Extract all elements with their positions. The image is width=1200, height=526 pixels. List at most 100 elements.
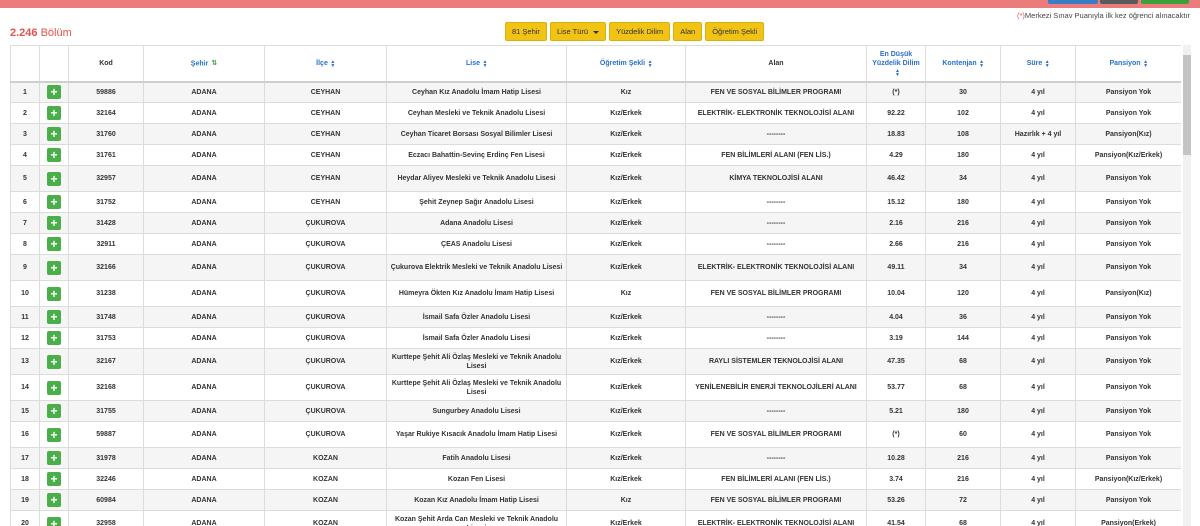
scrollbar-thumb[interactable] (1183, 55, 1191, 155)
percentile-cell: 53.26 (866, 489, 926, 511)
percentile-cell: 5.21 (866, 400, 926, 422)
column-header-8[interactable]: En Düşük Yüzdelik Dilim▲▼ (866, 45, 926, 83)
add-icon[interactable]: + (47, 286, 61, 301)
add-icon[interactable]: + (47, 237, 61, 251)
add-icon[interactable]: + (47, 127, 61, 141)
dormitory-cell: Pansiyon Yok (1075, 400, 1181, 422)
field-cell: -------- (685, 212, 867, 234)
dormitory-cell: Pansiyon Yok (1075, 233, 1181, 255)
column-header-10[interactable]: Süre ▲▼ (1000, 45, 1076, 83)
city-cell: ADANA (143, 421, 265, 448)
field-cell: RAYLI SİSTEMLER TEKNOLOJİSİ ALANI (685, 348, 867, 375)
field-cell: -------- (685, 306, 867, 328)
field-cell: -------- (685, 447, 867, 469)
filter-label: Alan (680, 27, 696, 36)
school-cell: İsmail Safa Özler Anadolu Lisesi (386, 306, 567, 328)
sort-icon: ▲▼ (1044, 58, 1051, 67)
row-number: 12 (10, 327, 40, 349)
add-icon[interactable]: + (47, 216, 61, 230)
add-icon[interactable]: + (47, 516, 61, 526)
column-header-label: Alan (768, 59, 784, 67)
school-cell: Kozan Fen Lisesi (386, 468, 567, 490)
column-header-2: Kod (68, 45, 144, 83)
top-button-2[interactable] (1100, 0, 1138, 4)
result-count: 2.246 Bölüm (10, 27, 72, 39)
duration-cell: 4 yıl (1000, 489, 1076, 511)
top-button-3[interactable] (1141, 0, 1189, 4)
add-icon[interactable]: + (47, 354, 61, 369)
school-cell: Ceyhan Kız Anadolu İmam Hatip Lisesi (386, 81, 567, 103)
school-cell: Kozan Kız Anadolu İmam Hatip Lisesi (386, 489, 567, 511)
add-icon[interactable]: + (47, 427, 61, 442)
duration-cell: 4 yıl (1000, 348, 1076, 375)
filter-button-4[interactable]: Öğretim Şekli (705, 22, 765, 41)
add-cell: + (39, 306, 69, 328)
dormitory-cell: Pansiyon Yok (1075, 421, 1181, 448)
row-number: 3 (10, 123, 40, 145)
add-icon[interactable]: + (47, 171, 61, 186)
education-type-cell: Kız/Erkek (566, 102, 686, 124)
column-header-9[interactable]: Kontenjan ▲▼ (925, 45, 1001, 83)
school-cell: Yaşar Rukiye Kısacık Anadolu İmam Hatip … (386, 421, 567, 448)
table-row: 8 +32911 ADANA ÇUKUROVA ÇEAS Anadolu Lisesi K… (10, 233, 1181, 255)
vertical-scrollbar[interactable] (1183, 45, 1191, 526)
add-icon[interactable]: + (47, 148, 61, 162)
quota-cell: 60 (925, 421, 1001, 448)
table-row: 2 +32164 ADANA CEYHAN Ceyhan Mesleki ve Tekn… (10, 102, 1181, 124)
add-icon[interactable]: + (47, 380, 61, 395)
row-number: 13 (10, 348, 40, 375)
column-header-3[interactable]: Şehir ⇅ (143, 45, 265, 83)
duration-cell: 4 yıl (1000, 81, 1076, 103)
add-icon[interactable]: + (47, 106, 61, 120)
code-cell: 31760 (68, 123, 144, 145)
table-row: 15 +31755 ADANA ÇUKUROVA Sungurbey Anadolu L… (10, 400, 1181, 422)
filter-label: Öğretim Şekli (712, 27, 758, 36)
table-row: 5 +32957 ADANA CEYHAN Heydar Aliyev Mesleki … (10, 165, 1181, 192)
add-icon[interactable]: + (47, 310, 61, 324)
column-header-4[interactable]: İlçe ▲▼ (264, 45, 387, 83)
add-icon[interactable]: + (47, 85, 61, 100)
column-header-11[interactable]: Pansiyon ▲▼ (1075, 45, 1181, 83)
add-cell: + (39, 123, 69, 145)
quota-cell: 180 (925, 400, 1001, 422)
top-bar (0, 0, 1200, 8)
filter-button-1[interactable]: Lise Türü (549, 22, 607, 41)
table-row: 18 +32246 ADANA KOZAN Kozan Fen Lisesi Kız/Er… (10, 468, 1181, 490)
district-cell: ÇUKUROVA (264, 212, 387, 234)
school-cell: Şehit Zeynep Sağır Anadolu Lisesi (386, 191, 567, 213)
add-icon[interactable]: + (47, 195, 61, 209)
add-icon[interactable]: + (47, 472, 61, 486)
education-type-cell: Kız (566, 489, 686, 511)
top-button-1[interactable] (1048, 0, 1098, 4)
education-type-cell: Kız/Erkek (566, 400, 686, 422)
district-cell: KOZAN (264, 510, 387, 526)
add-icon[interactable]: + (47, 493, 61, 507)
column-header-5[interactable]: Lise ▲▼ (386, 45, 567, 83)
quota-cell: 216 (925, 447, 1001, 469)
filter-button-3[interactable]: Alan (673, 22, 703, 41)
duration-cell: 4 yıl (1000, 447, 1076, 469)
city-cell: ADANA (143, 280, 265, 307)
row-number: 18 (10, 468, 40, 490)
filter-button-0[interactable]: 81 Şehir (505, 22, 547, 41)
column-header-6[interactable]: Öğretim Şekli ▲▼ (566, 45, 686, 83)
dormitory-cell: Pansiyon Yok (1075, 306, 1181, 328)
row-number: 1 (10, 81, 40, 103)
filter-button-2[interactable]: Yüzdelik Dilim (609, 22, 671, 41)
add-icon[interactable]: + (47, 331, 61, 345)
quota-cell: 68 (925, 348, 1001, 375)
add-icon[interactable]: + (47, 260, 61, 275)
quota-cell: 34 (925, 165, 1001, 192)
add-cell: + (39, 81, 69, 103)
city-cell: ADANA (143, 102, 265, 124)
add-cell: + (39, 489, 69, 511)
add-icon[interactable]: + (47, 451, 61, 465)
district-cell: ÇUKUROVA (264, 254, 387, 281)
table-row: 20 +32958 ADANA KOZAN Kozan Şehit Arda Can M… (10, 510, 1181, 526)
table-row: 13 +32167 ADANA ÇUKUROVA Kurttepe Şehit Ali … (10, 348, 1181, 375)
add-cell: + (39, 233, 69, 255)
school-cell: ÇEAS Anadolu Lisesi (386, 233, 567, 255)
add-icon[interactable]: + (47, 404, 61, 418)
results-table-container[interactable]: Kod Şehir ⇅ İlçe ▲▼ Lise ▲▼ Öğretim Şekli ▲▼ Alan… (10, 45, 1181, 526)
duration-cell: 4 yıl (1000, 144, 1076, 166)
